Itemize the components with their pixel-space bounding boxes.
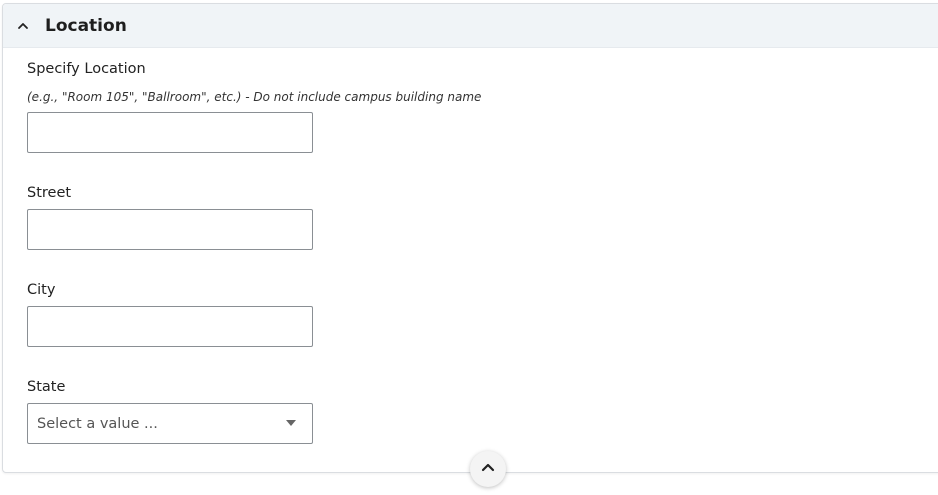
chevron-up-icon[interactable]: [17, 20, 29, 32]
street-input[interactable]: [27, 209, 313, 250]
specify-location-hint: (e.g., "Room 105", "Ballroom", etc.) - D…: [27, 90, 482, 104]
specify-location-label: Specify Location: [27, 61, 146, 77]
city-label: City: [27, 282, 56, 298]
specify-location-input[interactable]: [27, 112, 313, 153]
state-select[interactable]: Select a value ...: [27, 403, 313, 444]
section-title: Location: [45, 15, 127, 36]
city-input[interactable]: [27, 306, 313, 347]
state-select-value: Select a value ...: [37, 415, 158, 432]
chevron-up-icon: [480, 459, 496, 479]
scroll-to-top-button[interactable]: [470, 451, 506, 487]
location-section-header[interactable]: Location: [3, 4, 938, 48]
caret-down-icon[interactable]: [286, 420, 296, 426]
state-label: State: [27, 379, 66, 395]
street-label: Street: [27, 185, 72, 201]
